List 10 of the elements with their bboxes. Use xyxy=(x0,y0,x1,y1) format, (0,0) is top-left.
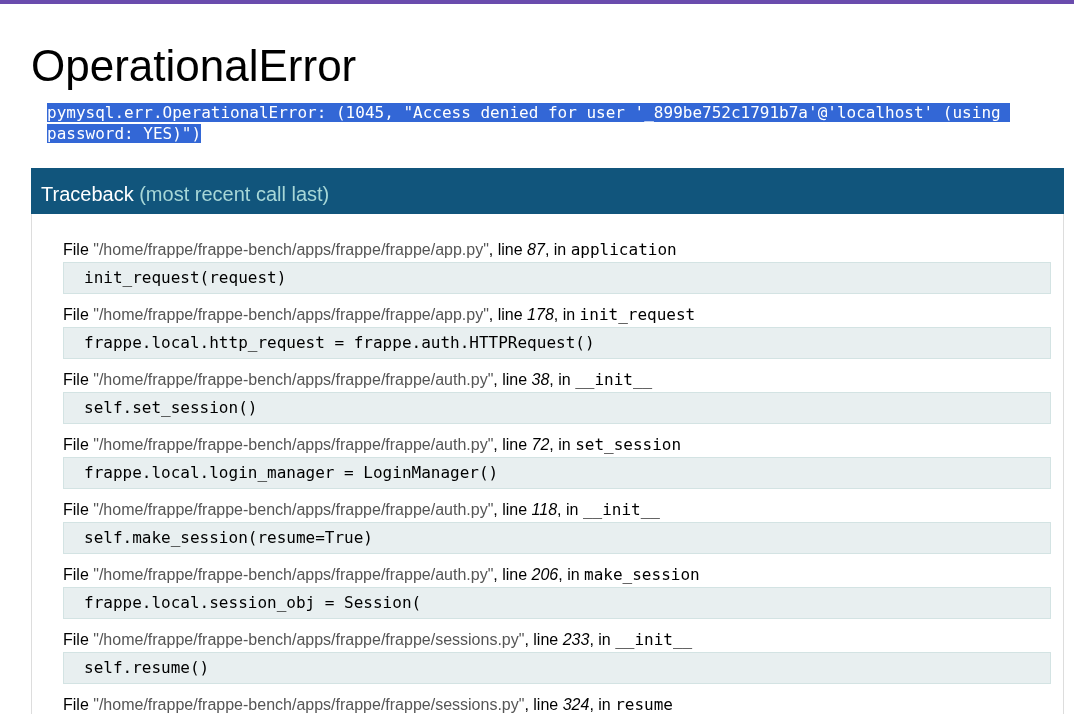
frame-location: File "/home/frappe/frappe-bench/apps/frappe/frappe/auth.py", line 118, in __init__ xyxy=(63,500,661,521)
traceback-header: Traceback (most recent call last) xyxy=(31,168,1064,215)
page-title: OperationalError xyxy=(31,42,358,91)
frame-location: File "/home/frappe/frappe-bench/apps/frappe/frappe/auth.py", line 38, in __init__ xyxy=(63,370,654,391)
frame-location: File "/home/frappe/frappe-bench/apps/frappe/frappe/sessions.py", line 233, in __init__ xyxy=(63,630,694,651)
frame-location: File "/home/frappe/frappe-bench/apps/frappe/frappe/app.py", line 178, in init_request xyxy=(63,305,697,326)
frame-location: File "/home/frappe/frappe-bench/apps/frappe/frappe/sessions.py", line 324, in resume xyxy=(63,695,674,714)
frame-location: File "/home/frappe/frappe-bench/apps/frappe/frappe/auth.py", line 206, in make_session xyxy=(63,565,701,586)
frame-location: File "/home/frappe/frappe-bench/apps/frappe/frappe/app.py", line 87, in application xyxy=(63,240,678,261)
frame-location: File "/home/frappe/frappe-bench/apps/frappe/frappe/auth.py", line 72, in set_session xyxy=(63,435,683,456)
